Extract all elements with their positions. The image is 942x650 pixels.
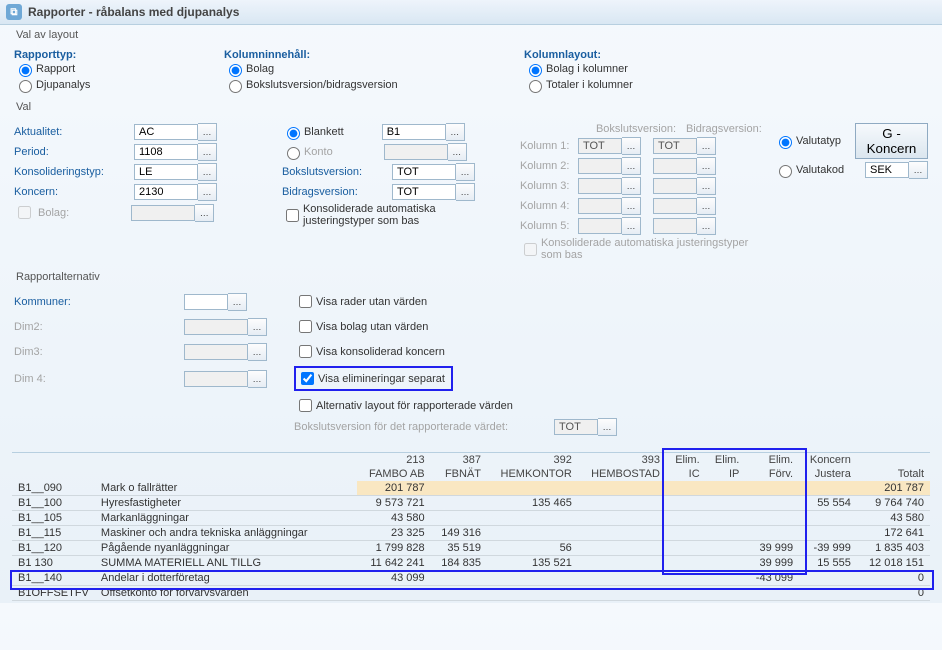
lbl-kolumn-2: Kolumn 2: bbox=[520, 160, 578, 172]
input-valuta[interactable] bbox=[865, 162, 909, 178]
input-Dim2: bbox=[184, 319, 248, 335]
lbl-konsolideringstyp: Konsolideringstyp: bbox=[14, 166, 134, 178]
btn-g-koncern[interactable]: G - Koncern bbox=[855, 123, 928, 159]
input-bokslutsversion[interactable] bbox=[392, 164, 456, 180]
input-kol2-bid bbox=[653, 158, 697, 174]
lookup-bokslutsversion[interactable]: … bbox=[456, 163, 475, 181]
group-label-layout: Val av layout bbox=[14, 29, 80, 41]
group-rapportalternativ: Rapportalternativ Kommuner: … Visa rader… bbox=[10, 277, 932, 442]
app-icon: ⧉ bbox=[6, 4, 22, 20]
radio-bokslutsversion[interactable]: Bokslutsversion/bidragsversion bbox=[224, 77, 470, 93]
radio-bolag[interactable]: Bolag bbox=[224, 61, 470, 77]
chk-konsoliderade-bas-2: Konsoliderade automatiska justeringstype… bbox=[520, 237, 752, 261]
input-konsolideringstyp[interactable] bbox=[134, 164, 198, 180]
input-aktualitet[interactable] bbox=[134, 124, 198, 140]
lookup-koncern[interactable]: … bbox=[198, 183, 217, 201]
window-titlebar: ⧉ Rapporter - råbalans med djupanalys bbox=[0, 0, 942, 25]
group-label-rapportalternativ: Rapportalternativ bbox=[14, 271, 102, 283]
input-bv-report bbox=[554, 419, 598, 435]
chk-2[interactable]: Visa konsoliderad koncern bbox=[294, 341, 451, 362]
lbl-Dim 4:: Dim 4: bbox=[14, 373, 46, 385]
table-row[interactable]: B1 130SUMMA MATERIELL ANL TILLG11 642 24… bbox=[12, 556, 930, 571]
lbl-kolumn-4: Kolumn 4: bbox=[520, 200, 578, 212]
radio-valutakod[interactable]: Valutakod bbox=[774, 162, 844, 178]
radio-blankett[interactable]: Blankett bbox=[282, 124, 344, 140]
lbl-Kommuner:: Kommuner: bbox=[14, 296, 71, 308]
table-row[interactable]: B1__090Mark o fallrätter201 787201 787 bbox=[12, 481, 930, 496]
chk-4[interactable]: Alternativ layout för rapporterade värde… bbox=[294, 395, 519, 416]
lbl-bv-right: Bokslutsversion: bbox=[596, 123, 686, 135]
lbl-kolumn-1: Kolumn 1: bbox=[520, 140, 578, 152]
input-kol1-bv bbox=[578, 138, 622, 154]
kolumnlayout-label: Kolumnlayout: bbox=[524, 49, 601, 61]
radio-konto[interactable]: Konto bbox=[282, 144, 333, 160]
table-row[interactable]: B1__105Markanläggningar43 58043 580 bbox=[12, 511, 930, 526]
lookup-valuta[interactable]: … bbox=[909, 161, 928, 179]
input-bolag bbox=[131, 205, 195, 221]
radio-valutatyp[interactable]: Valutatyp bbox=[774, 133, 841, 149]
lookup-konto: … bbox=[448, 143, 467, 161]
input-kol4-bid bbox=[653, 198, 697, 214]
input-kol3-bid bbox=[653, 178, 697, 194]
lookup-bolag: … bbox=[195, 204, 214, 222]
lbl-period: Period: bbox=[14, 146, 134, 158]
lbl-bidragsversion: Bidragsversion: bbox=[282, 186, 392, 198]
group-val-av-layout: Val av layout Rapporttyp: Rapport Djupan… bbox=[10, 35, 932, 97]
input-kol3-bv bbox=[578, 178, 622, 194]
input-blankett[interactable] bbox=[382, 124, 446, 140]
input-Kommuner:[interactable] bbox=[184, 294, 228, 310]
input-kol2-bv bbox=[578, 158, 622, 174]
input-bidragsversion[interactable] bbox=[392, 184, 456, 200]
rapporttyp-label: Rapporttyp: bbox=[14, 49, 76, 61]
lookup-bv-report: … bbox=[598, 418, 617, 436]
table-row[interactable]: B1OFFSETFVOffsetkonto för förvärvsvärden… bbox=[12, 586, 930, 601]
lookup-konsolideringstyp[interactable]: … bbox=[198, 163, 217, 181]
lbl-bid-right: Bidragsversion: bbox=[686, 123, 766, 135]
input-Dim 4: bbox=[184, 371, 248, 387]
input-konto bbox=[384, 144, 448, 160]
chk-0[interactable]: Visa rader utan värden bbox=[294, 291, 433, 312]
input-koncern[interactable] bbox=[134, 184, 198, 200]
lbl-bolag: Bolag: bbox=[38, 207, 69, 219]
report-area: 213387392393Elim.Elim.Elim.KoncernFAMBO … bbox=[10, 452, 932, 601]
radio-rapport[interactable]: Rapport bbox=[14, 61, 170, 77]
chk-konsoliderade-bas[interactable]: Konsoliderade automatiska justeringstype… bbox=[282, 203, 503, 227]
lookup-period[interactable]: … bbox=[198, 143, 217, 161]
table-row[interactable]: B1__140Andelar i dotterföretag43 099-43 … bbox=[12, 571, 930, 586]
input-kol5-bv bbox=[578, 218, 622, 234]
window-title: Rapporter - råbalans med djupanalys bbox=[28, 5, 239, 19]
chk-3[interactable]: Visa elimineringar separat bbox=[294, 366, 453, 391]
kolumninnehall-label: Kolumninnehåll: bbox=[224, 49, 310, 61]
chk-1[interactable]: Visa bolag utan värden bbox=[294, 316, 434, 337]
lookup-bidragsversion[interactable]: … bbox=[456, 183, 475, 201]
input-kol4-bv bbox=[578, 198, 622, 214]
input-kol1-bid bbox=[653, 138, 697, 154]
table-row[interactable]: B1__100Hyresfastigheter9 573 721135 4655… bbox=[12, 496, 930, 511]
report-table: 213387392393Elim.Elim.Elim.KoncernFAMBO … bbox=[12, 452, 930, 601]
lbl-koncern: Koncern: bbox=[14, 186, 134, 198]
table-row[interactable]: B1__115Maskiner och andra tekniska anläg… bbox=[12, 526, 930, 541]
lbl-Dim2:: Dim2: bbox=[14, 321, 43, 333]
chk-bolag bbox=[18, 206, 31, 219]
lbl-kolumn-5: Kolumn 5: bbox=[520, 220, 578, 232]
lbl-aktualitet: Aktualitet: bbox=[14, 126, 134, 138]
table-row[interactable]: B1__120Pågående nyanläggningar1 799 8283… bbox=[12, 541, 930, 556]
lbl-kolumn-3: Kolumn 3: bbox=[520, 180, 578, 192]
input-Dim3: bbox=[184, 344, 248, 360]
group-val: Val Aktualitet: … Period: … Konsoliderin… bbox=[10, 107, 932, 267]
radio-djupanalys[interactable]: Djupanalys bbox=[14, 77, 170, 93]
lookup-aktualitet[interactable]: … bbox=[198, 123, 217, 141]
lookup-blankett[interactable]: … bbox=[446, 123, 465, 141]
lbl-bv-report: Bokslutsversion för det rapporterade vär… bbox=[294, 421, 554, 433]
lbl-Dim3:: Dim3: bbox=[14, 346, 43, 358]
input-kol5-bid bbox=[653, 218, 697, 234]
radio-totaler-i-kolumner[interactable]: Totaler i kolumner bbox=[524, 77, 730, 93]
group-label-val: Val bbox=[14, 101, 33, 113]
input-period[interactable] bbox=[134, 144, 198, 160]
lbl-bokslutsversion: Bokslutsversion: bbox=[282, 166, 392, 178]
radio-bolag-i-kolumner[interactable]: Bolag i kolumner bbox=[524, 61, 730, 77]
